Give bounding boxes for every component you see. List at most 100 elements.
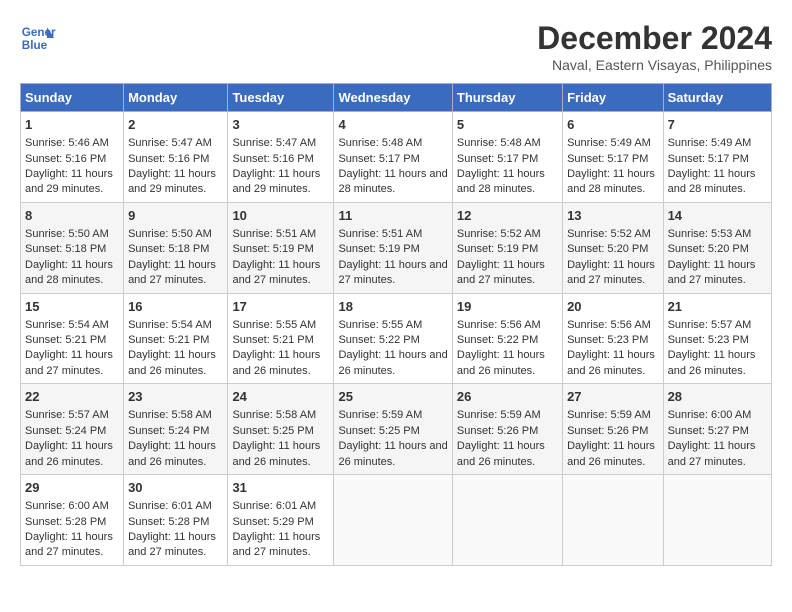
sunset: Sunset: 5:17 PM	[457, 153, 538, 165]
day-number: 16	[128, 298, 223, 316]
sunrise: Sunrise: 5:54 AM	[25, 319, 109, 331]
day-number: 5	[457, 116, 558, 134]
day-cell: 2Sunrise: 5:47 AMSunset: 5:16 PMDaylight…	[124, 112, 228, 203]
sunrise: Sunrise: 5:58 AM	[232, 409, 316, 421]
page-header: General Blue December 2024 Naval, Easter…	[20, 20, 772, 73]
daylight: Daylight: 11 hours and 26 minutes.	[457, 440, 545, 467]
day-cell: 19Sunrise: 5:56 AMSunset: 5:22 PMDayligh…	[452, 293, 562, 384]
day-cell: 14Sunrise: 5:53 AMSunset: 5:20 PMDayligh…	[663, 202, 771, 293]
day-number: 27	[567, 388, 659, 406]
logo: General Blue	[20, 20, 56, 56]
sunset: Sunset: 5:24 PM	[128, 425, 209, 437]
daylight: Daylight: 11 hours and 28 minutes.	[567, 168, 655, 195]
sunset: Sunset: 5:19 PM	[457, 243, 538, 255]
col-header-thursday: Thursday	[452, 84, 562, 112]
daylight: Daylight: 11 hours and 27 minutes.	[457, 259, 545, 286]
day-number: 17	[232, 298, 329, 316]
sunrise: Sunrise: 5:52 AM	[457, 228, 541, 240]
day-number: 22	[25, 388, 119, 406]
week-row-1: 1Sunrise: 5:46 AMSunset: 5:16 PMDaylight…	[21, 112, 772, 203]
sunset: Sunset: 5:18 PM	[25, 243, 106, 255]
sunrise: Sunrise: 5:50 AM	[128, 228, 212, 240]
day-cell: 1Sunrise: 5:46 AMSunset: 5:16 PMDaylight…	[21, 112, 124, 203]
day-cell: 6Sunrise: 5:49 AMSunset: 5:17 PMDaylight…	[563, 112, 664, 203]
day-cell: 12 Sunrise: 5:52 AM Sunset: 5:19 PM Dayligh…	[452, 202, 562, 293]
day-number: 21	[668, 298, 767, 316]
col-header-sunday: Sunday	[21, 84, 124, 112]
day-cell	[452, 475, 562, 566]
sunrise: Sunrise: 5:59 AM	[457, 409, 541, 421]
daylight: Daylight: 11 hours and 28 minutes.	[668, 168, 756, 195]
week-row-3: 15 Sunrise: 5:54 AM Sunset: 5:21 PM Dayligh…	[21, 293, 772, 384]
sunrise: Sunrise: 6:01 AM	[128, 500, 212, 512]
daylight: Daylight: 11 hours and 26 minutes.	[232, 349, 320, 376]
sunrise: Sunrise: 5:55 AM	[338, 319, 422, 331]
day-number: 7	[668, 116, 767, 134]
sunset: Sunset: 5:16 PM	[128, 153, 209, 165]
day-number: 11	[338, 207, 447, 225]
sunset: Sunset: 5:24 PM	[25, 425, 106, 437]
sunrise: Sunrise: 5:55 AM	[232, 319, 316, 331]
daylight: Daylight: 11 hours and 27 minutes.	[668, 440, 756, 467]
col-header-monday: Monday	[124, 84, 228, 112]
daylight: Daylight: 11 hours and 26 minutes.	[128, 349, 216, 376]
sunset: Sunset: 5:17 PM	[338, 153, 419, 165]
sunset: Sunset: 5:17 PM	[567, 153, 648, 165]
daylight: Daylight: 11 hours and 26 minutes.	[457, 349, 545, 376]
sunrise: Sunrise: 5:52 AM	[567, 228, 651, 240]
day-number: 12	[457, 207, 558, 225]
daylight: Daylight: 11 hours and 29 minutes.	[25, 168, 113, 195]
sunrise: Sunrise: 6:00 AM	[668, 409, 752, 421]
daylight: Daylight: 11 hours and 26 minutes.	[232, 440, 320, 467]
day-cell: 29Sunrise: 6:00 AMSunset: 5:28 PMDayligh…	[21, 475, 124, 566]
sunset: Sunset: 5:18 PM	[128, 243, 209, 255]
logo-icon: General Blue	[20, 20, 56, 56]
sunrise: Sunrise: 5:59 AM	[338, 409, 422, 421]
svg-text:Blue: Blue	[22, 39, 48, 52]
day-number: 31	[232, 479, 329, 497]
day-cell: 16Sunrise: 5:54 AMSunset: 5:21 PMDayligh…	[124, 293, 228, 384]
sunrise: Sunrise: 5:56 AM	[457, 319, 541, 331]
daylight: Daylight: 11 hours and 26 minutes.	[338, 440, 447, 467]
sunrise: Sunrise: 5:49 AM	[668, 137, 752, 149]
sunset: Sunset: 5:28 PM	[128, 516, 209, 528]
day-cell: 26Sunrise: 5:59 AMSunset: 5:26 PMDayligh…	[452, 384, 562, 475]
col-header-saturday: Saturday	[663, 84, 771, 112]
daylight: Daylight: 11 hours and 27 minutes.	[25, 349, 113, 376]
day-cell: 25Sunrise: 5:59 AMSunset: 5:25 PMDayligh…	[334, 384, 452, 475]
title-block: December 2024 Naval, Eastern Visayas, Ph…	[537, 20, 772, 73]
sunset: Sunset: 5:16 PM	[25, 153, 106, 165]
day-number: 25	[338, 388, 447, 406]
day-number: 15	[25, 298, 119, 316]
sunset: Sunset: 5:26 PM	[457, 425, 538, 437]
day-cell	[663, 475, 771, 566]
sunrise: Sunrise: 5:59 AM	[567, 409, 651, 421]
daylight: Daylight: 11 hours and 26 minutes.	[567, 349, 655, 376]
daylight: Daylight: 11 hours and 26 minutes.	[338, 349, 447, 376]
day-cell: 10Sunrise: 5:51 AMSunset: 5:19 PMDayligh…	[228, 202, 334, 293]
daylight: Daylight: 11 hours and 26 minutes.	[128, 440, 216, 467]
day-number: 6	[567, 116, 659, 134]
day-number: 30	[128, 479, 223, 497]
day-number: 28	[668, 388, 767, 406]
sunset: Sunset: 5:19 PM	[338, 243, 419, 255]
sunset: Sunset: 5:23 PM	[567, 334, 648, 346]
col-header-friday: Friday	[563, 84, 664, 112]
day-cell: 8Sunrise: 5:50 AMSunset: 5:18 PMDaylight…	[21, 202, 124, 293]
daylight: Daylight: 11 hours and 27 minutes.	[567, 259, 655, 286]
sunrise: Sunrise: 5:47 AM	[232, 137, 316, 149]
sunrise: Sunrise: 5:46 AM	[25, 137, 109, 149]
sunrise: Sunrise: 5:50 AM	[25, 228, 109, 240]
daylight: Daylight: 11 hours and 29 minutes.	[128, 168, 216, 195]
daylight: Daylight: 11 hours and 27 minutes.	[232, 259, 320, 286]
sunset: Sunset: 5:21 PM	[232, 334, 313, 346]
sunrise: Sunrise: 6:01 AM	[232, 500, 316, 512]
daylight: Daylight: 11 hours and 27 minutes.	[128, 531, 216, 558]
day-cell: 4Sunrise: 5:48 AMSunset: 5:17 PMDaylight…	[334, 112, 452, 203]
day-cell: 31Sunrise: 6:01 AMSunset: 5:29 PMDayligh…	[228, 475, 334, 566]
day-number: 2	[128, 116, 223, 134]
sunset: Sunset: 5:22 PM	[338, 334, 419, 346]
sunrise: Sunrise: 5:51 AM	[232, 228, 316, 240]
sunset: Sunset: 5:22 PM	[457, 334, 538, 346]
daylight: Daylight: 11 hours and 27 minutes.	[668, 259, 756, 286]
